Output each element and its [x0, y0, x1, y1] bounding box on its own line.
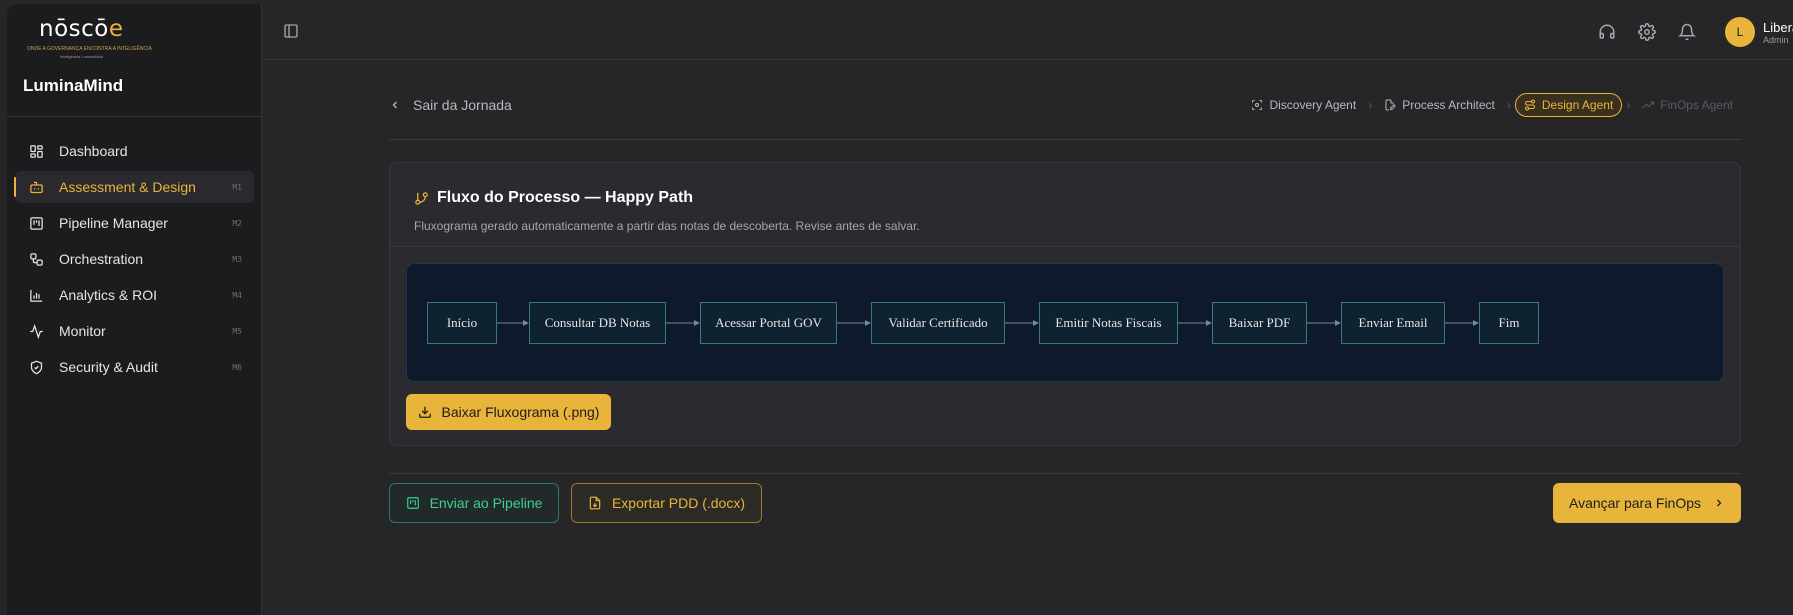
export-pdd-button[interactable]: Exportar PDD (.docx) [571, 483, 762, 523]
flow-node[interactable]: Emitir Notas Fiscais [1039, 302, 1178, 344]
card-title: Fluxo do Processo — Happy Path [414, 189, 693, 207]
chevron-right-icon [1717, 499, 1722, 507]
exit-journey-label: Sair da Jornada [413, 97, 512, 113]
sidebar-item-label: Pipeline Manager [59, 215, 168, 231]
shortcut-badge: M3 [232, 254, 242, 264]
top-actions: L Liberato Admin [1597, 4, 1793, 60]
route-icon [1524, 99, 1535, 111]
card-subtitle: Fluxograma gerado automaticamente a part… [414, 219, 920, 233]
gear-icon[interactable] [1637, 22, 1657, 42]
flow-node[interactable]: Acessar Portal GOV [700, 302, 837, 344]
step-label: Process Architect [1402, 98, 1495, 112]
download-icon [418, 406, 431, 418]
sidebar-item-label: Analytics & ROI [59, 287, 158, 303]
sidebar-item-label: Assessment & Design [59, 179, 196, 195]
bell-icon[interactable] [1677, 22, 1697, 42]
git-branch-icon [415, 191, 428, 205]
send-to-pipeline-button[interactable]: Enviar ao Pipeline [389, 483, 559, 523]
flowchart: Início Consultar DB Notas Acessar Portal… [406, 263, 1724, 382]
step-process-architect[interactable]: Process Architect [1376, 93, 1503, 117]
exit-journey-link[interactable]: Sair da Jornada [389, 93, 512, 117]
activity-icon [28, 323, 44, 339]
divider [390, 246, 1740, 247]
top-bar: L Liberato Admin [263, 4, 1793, 60]
app-window: nōscōe ONDE A GOVERNANÇA ENCONTRA A INTE… [7, 4, 1793, 615]
sidebar-nav: Dashboard Assessment & Design M1 Pipelin… [14, 135, 254, 387]
chevron-right-icon: › [1626, 98, 1631, 112]
sidebar-item-label: Monitor [59, 323, 106, 339]
user-role: Admin [1763, 34, 1789, 45]
sidebar-item-label: Security & Audit [59, 359, 158, 375]
step-finops-agent[interactable]: FinOps Agent [1634, 93, 1741, 117]
flow-node[interactable]: Consultar DB Notas [529, 302, 666, 344]
journey-header: Sair da Jornada Discovery Agent › Proces… [389, 93, 1741, 117]
bot-icon [28, 179, 44, 195]
company-logo: nōscōe ONDE A GOVERNANÇA ENCONTRA A INTE… [27, 16, 152, 59]
kanban-icon [406, 497, 419, 509]
flow-node[interactable]: Baixar PDF [1212, 302, 1307, 344]
sidebar-item-pipeline-manager[interactable]: Pipeline Manager M2 [15, 207, 254, 239]
chevron-right-icon: › [1506, 98, 1511, 112]
shortcut-badge: M6 [232, 362, 242, 372]
advance-finops-button[interactable]: Avançar para FinOps [1553, 483, 1741, 523]
sidebar-item-monitor[interactable]: Monitor M5 [15, 315, 254, 347]
sidebar-item-security-audit[interactable]: Security & Audit M6 [15, 351, 254, 383]
flow-node[interactable]: Validar Certificado [871, 302, 1005, 344]
step-label: Design Agent [1541, 98, 1614, 112]
shortcut-badge: M2 [232, 218, 242, 228]
file-edit-icon [1385, 99, 1396, 111]
main-content: Sair da Jornada Discovery Agent › Proces… [263, 60, 1793, 615]
shortcut-badge: M1 [232, 182, 242, 192]
divider [389, 139, 1741, 140]
sidebar-toggle-icon[interactable] [283, 23, 301, 41]
sidebar-item-assessment-design[interactable]: Assessment & Design M1 [14, 171, 254, 203]
download-flowchart-button[interactable]: Baixar Fluxograma (.png) [406, 394, 611, 430]
sidebar-divider [7, 116, 262, 117]
sidebar-item-label: Orchestration [59, 251, 144, 267]
flow-node[interactable]: Enviar Email [1341, 302, 1445, 344]
flow-node[interactable]: Fim [1479, 302, 1539, 344]
kanban-icon [28, 215, 44, 231]
chevron-left-icon [392, 101, 397, 109]
workflow-icon [28, 251, 44, 267]
app-brand: LuminaMind [23, 76, 124, 95]
journey-stepper: Discovery Agent › Process Architect › De… [1243, 93, 1741, 117]
shortcut-badge: M4 [232, 290, 242, 300]
file-download-icon [589, 496, 601, 510]
shield-icon [28, 359, 44, 375]
step-discovery-agent[interactable]: Discovery Agent [1243, 93, 1364, 117]
sidebar-item-analytics-roi[interactable]: Analytics & ROI M4 [15, 279, 254, 311]
chevron-right-icon: › [1368, 98, 1373, 112]
trending-up-icon [1642, 101, 1655, 109]
sidebar-item-dashboard[interactable]: Dashboard [15, 135, 254, 167]
user-info[interactable]: Liberato Admin [1763, 20, 1793, 45]
avatar[interactable]: L [1725, 17, 1755, 47]
divider [389, 473, 1741, 474]
scan-icon [1252, 100, 1263, 110]
shortcut-badge: M5 [232, 326, 242, 336]
flow-node[interactable]: Início [427, 302, 497, 344]
step-label: FinOps Agent [1660, 98, 1733, 112]
bar-chart-icon [28, 287, 44, 303]
dashboard-icon [28, 143, 44, 159]
user-name: Liberato [1763, 19, 1793, 35]
step-design-agent[interactable]: Design Agent [1514, 93, 1623, 117]
sidebar: nōscōe ONDE A GOVERNANÇA ENCONTRA A INTE… [7, 4, 262, 615]
process-flow-card: Fluxo do Processo — Happy Path Fluxogram… [389, 162, 1741, 446]
headset-icon[interactable] [1597, 22, 1617, 42]
step-label: Discovery Agent [1269, 98, 1357, 112]
sidebar-item-orchestration[interactable]: Orchestration M3 [15, 243, 254, 275]
sidebar-item-label: Dashboard [59, 143, 128, 159]
